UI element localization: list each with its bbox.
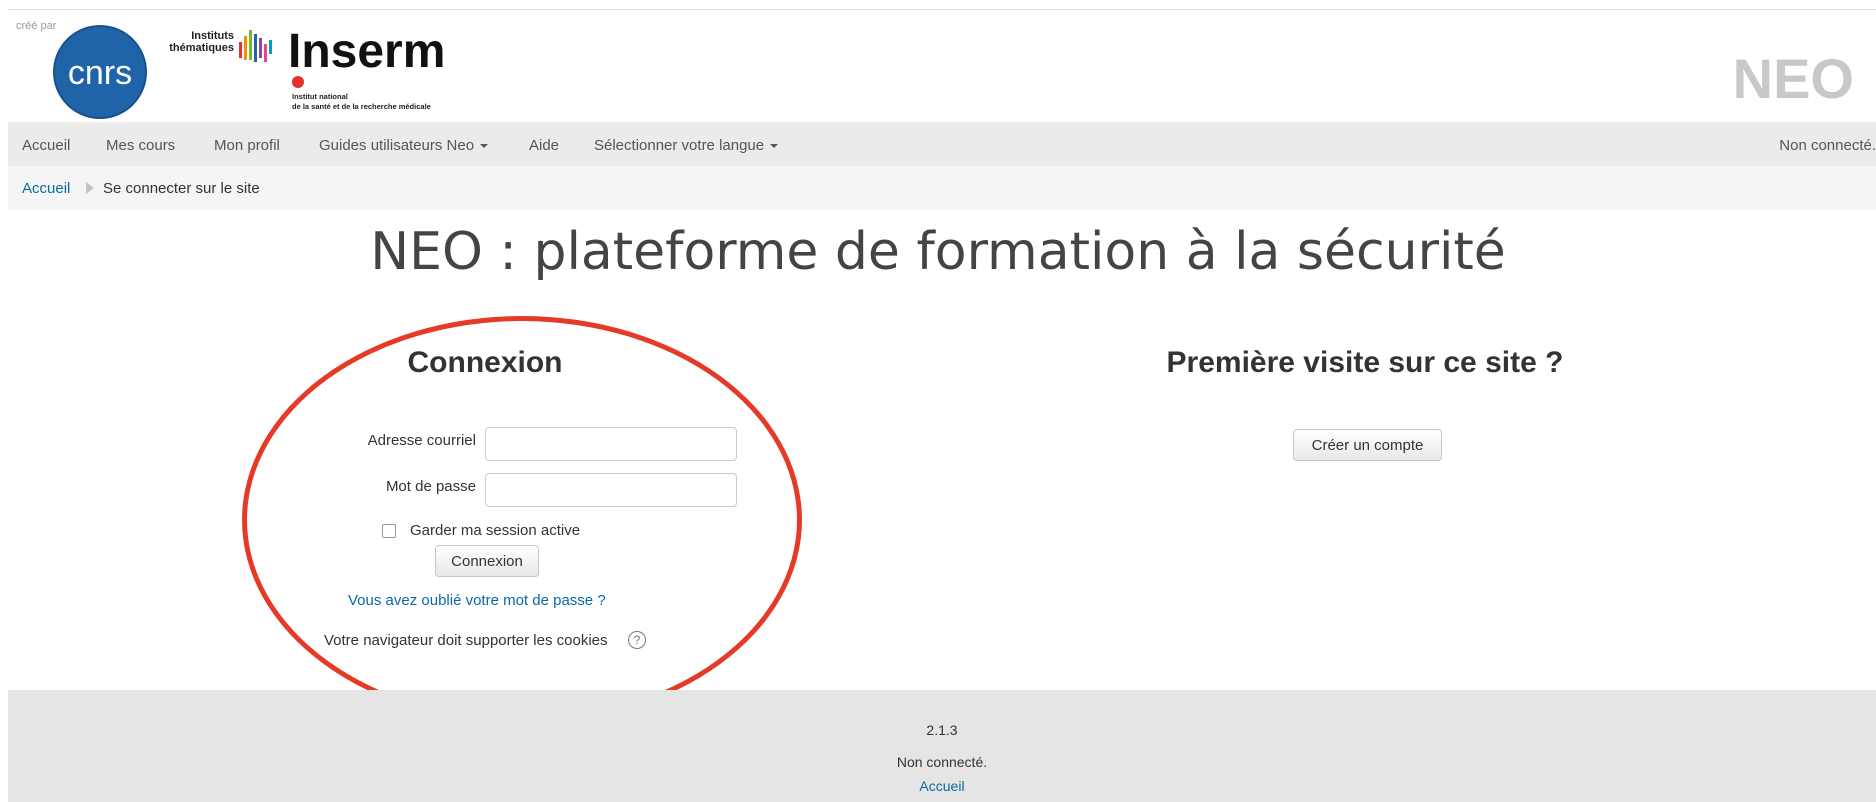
create-account-button[interactable]: Créer un compte [1293, 429, 1442, 461]
inserm-subtitle-line2: de la santé et de la recherche médicale [292, 102, 431, 111]
inserm-dot-icon [292, 76, 304, 88]
nav-item-mes-cours[interactable]: Mes cours [106, 137, 175, 154]
footer-home-link[interactable]: Accueil [919, 778, 964, 794]
inserm-subtitle: Institut national de la santé et de la r… [292, 92, 431, 112]
nav-item-mon-profil[interactable]: Mon profil [214, 137, 280, 154]
inserm-logo-text: Inserm [288, 25, 446, 78]
breadcrumb: Accueil Se connecter sur le site [8, 166, 1876, 210]
breadcrumb-current: Se connecter sur le site [103, 180, 260, 197]
neo-brand: NEO [1732, 47, 1854, 110]
cnrs-logo: cnrs [53, 25, 147, 119]
inserm-subtitle-line1: Institut national [292, 92, 348, 101]
page-title: NEO : plateforme de formation à la sécur… [370, 222, 1506, 282]
chevron-down-icon [480, 144, 489, 149]
main-navbar: Accueil Mes cours Mon profil Guides util… [8, 122, 1876, 166]
site-header: créé par cnrs Instituts thématiques Inse… [8, 10, 1876, 122]
footer-version: 2.1.3 [926, 722, 958, 738]
nav-item-langue[interactable]: Sélectionner votre langue [594, 137, 779, 154]
nav-item-guides-label: Guides utilisateurs Neo [319, 137, 475, 154]
footer-home: Accueil [0, 778, 1876, 794]
instituts-line2: thématiques [169, 42, 234, 54]
breadcrumb-separator-icon [86, 182, 94, 194]
nav-item-aide[interactable]: Aide [529, 137, 559, 154]
login-status: Non connecté. [1779, 137, 1876, 154]
instituts-line1: Instituts [191, 30, 234, 42]
chevron-down-icon [770, 144, 779, 149]
nav-item-guides[interactable]: Guides utilisateurs Neo [319, 137, 489, 154]
red-annotation-ellipse [242, 316, 802, 724]
first-visit-heading: Première visite sur ce site ? [1166, 346, 1564, 379]
cnrs-logo-text: cnrs [68, 54, 132, 92]
nav-item-langue-label: Sélectionner votre langue [594, 137, 765, 154]
cree-par-label: créé par [16, 20, 57, 32]
nav-item-accueil[interactable]: Accueil [22, 137, 70, 154]
breadcrumb-home-link[interactable]: Accueil [22, 180, 70, 197]
instituts-label: Instituts thématiques [154, 30, 234, 54]
instituts-bars-icon [239, 30, 272, 62]
footer-login-status: Non connecté. [896, 754, 988, 770]
